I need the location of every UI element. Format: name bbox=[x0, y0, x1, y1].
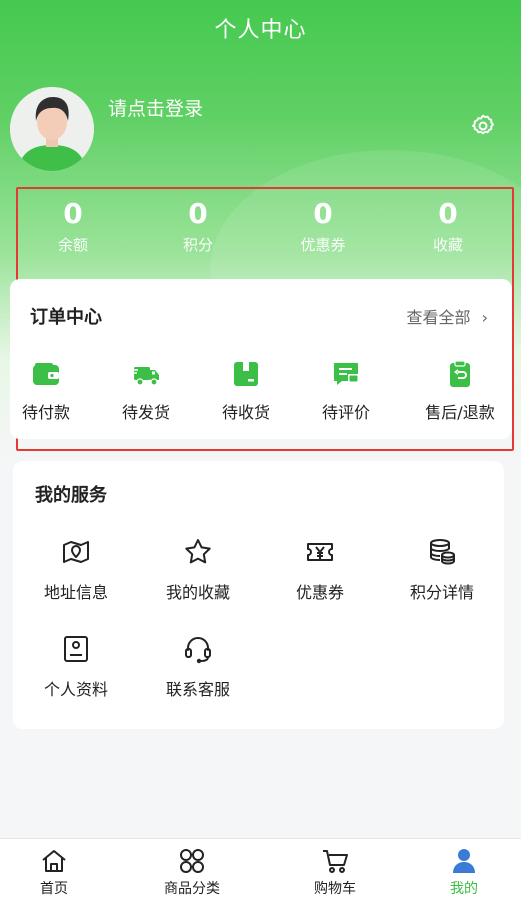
tab-home[interactable]: 首页 bbox=[4, 847, 104, 898]
order-pending-payment[interactable]: 待付款 bbox=[0, 359, 96, 423]
profile-card-icon bbox=[64, 636, 88, 662]
star-icon bbox=[185, 539, 211, 564]
stat-label: 收藏 bbox=[432, 236, 463, 254]
stat-label: 余额 bbox=[57, 236, 88, 254]
service-profile[interactable]: 个人资料 bbox=[21, 634, 131, 700]
truck-icon bbox=[131, 367, 159, 386]
tab-label: 购物车 bbox=[314, 881, 356, 897]
service-favorites[interactable]: 我的收藏 bbox=[143, 537, 253, 603]
stat-value: 0 bbox=[313, 197, 333, 230]
chevron-right-icon: › bbox=[481, 308, 488, 327]
view-all-orders-link[interactable]: 查看全部 › bbox=[406, 304, 488, 328]
wallet-icon bbox=[33, 363, 59, 385]
tab-label: 首页 bbox=[40, 881, 68, 897]
stat-points[interactable]: 0 积分 bbox=[148, 189, 248, 255]
login-prompt[interactable]: 请点击登录 bbox=[108, 94, 203, 121]
order-label: 待收货 bbox=[221, 403, 270, 422]
avatar[interactable] bbox=[10, 87, 94, 171]
service-address[interactable]: 地址信息 bbox=[21, 537, 131, 603]
tab-category[interactable]: 商品分类 bbox=[142, 847, 242, 898]
service-points[interactable]: 积分详情 bbox=[387, 537, 497, 603]
tab-label: 商品分类 bbox=[164, 881, 220, 897]
my-services-title: 我的服务 bbox=[35, 485, 107, 506]
order-pending-review[interactable]: 待评价 bbox=[296, 359, 396, 423]
order-label: 待发货 bbox=[121, 403, 170, 422]
service-label: 地址信息 bbox=[43, 583, 108, 602]
settings-gear-icon[interactable] bbox=[470, 113, 496, 139]
coupon-icon bbox=[307, 543, 333, 561]
stat-coupons[interactable]: 0 优惠券 bbox=[273, 189, 373, 255]
tab-cart[interactable]: 购物车 bbox=[285, 847, 385, 898]
service-coupons[interactable]: 优惠券 bbox=[265, 537, 375, 603]
order-pending-receipt[interactable]: 待收货 bbox=[196, 359, 296, 423]
page-title: 个人中心 bbox=[214, 18, 307, 43]
service-label: 我的收藏 bbox=[165, 583, 230, 602]
service-label: 联系客服 bbox=[165, 680, 230, 699]
package-icon bbox=[234, 362, 258, 386]
headset-icon bbox=[185, 637, 211, 664]
user-icon bbox=[453, 849, 475, 873]
bottom-tab-bar: 首页 商品分类 购物车 我的 bbox=[0, 838, 521, 901]
order-center-title: 订单中心 bbox=[30, 307, 102, 328]
order-pending-shipment[interactable]: 待发货 bbox=[96, 359, 196, 423]
order-label: 待评价 bbox=[321, 403, 370, 422]
tab-label: 我的 bbox=[450, 881, 478, 897]
review-icon bbox=[334, 363, 359, 385]
service-label: 积分详情 bbox=[409, 583, 474, 602]
order-label: 待付款 bbox=[21, 403, 70, 422]
stat-value: 0 bbox=[188, 197, 208, 230]
map-icon bbox=[63, 541, 89, 563]
tab-mine[interactable]: 我的 bbox=[414, 847, 514, 898]
avatar-image bbox=[10, 87, 94, 171]
stat-label: 积分 bbox=[182, 236, 213, 254]
home-icon bbox=[42, 850, 66, 872]
view-all-label: 查看全部 bbox=[406, 308, 471, 327]
coins-icon bbox=[430, 539, 455, 565]
stat-favorites[interactable]: 0 收藏 bbox=[398, 189, 498, 255]
order-center-card: 订单中心 查看全部 › 待付款 待发货 待收货 待评价 售后/退款 bbox=[10, 279, 512, 439]
my-services-card: 我的服务 地址信息 我的收藏 优惠券 积分详情 个人资料 联系客服 bbox=[13, 461, 504, 729]
stat-value: 0 bbox=[63, 197, 83, 230]
service-label: 优惠券 bbox=[295, 583, 344, 602]
stat-label: 优惠券 bbox=[300, 236, 346, 254]
cart-icon bbox=[323, 850, 348, 873]
stat-balance[interactable]: 0 余额 bbox=[23, 189, 123, 255]
stat-value: 0 bbox=[438, 197, 458, 230]
refund-icon bbox=[450, 360, 470, 387]
service-customer-support[interactable]: 联系客服 bbox=[143, 634, 253, 700]
service-label: 个人资料 bbox=[43, 680, 108, 699]
order-after-sales[interactable]: 售后/退款 bbox=[410, 359, 510, 423]
order-label: 售后/退款 bbox=[425, 403, 495, 422]
category-icon bbox=[180, 849, 204, 873]
